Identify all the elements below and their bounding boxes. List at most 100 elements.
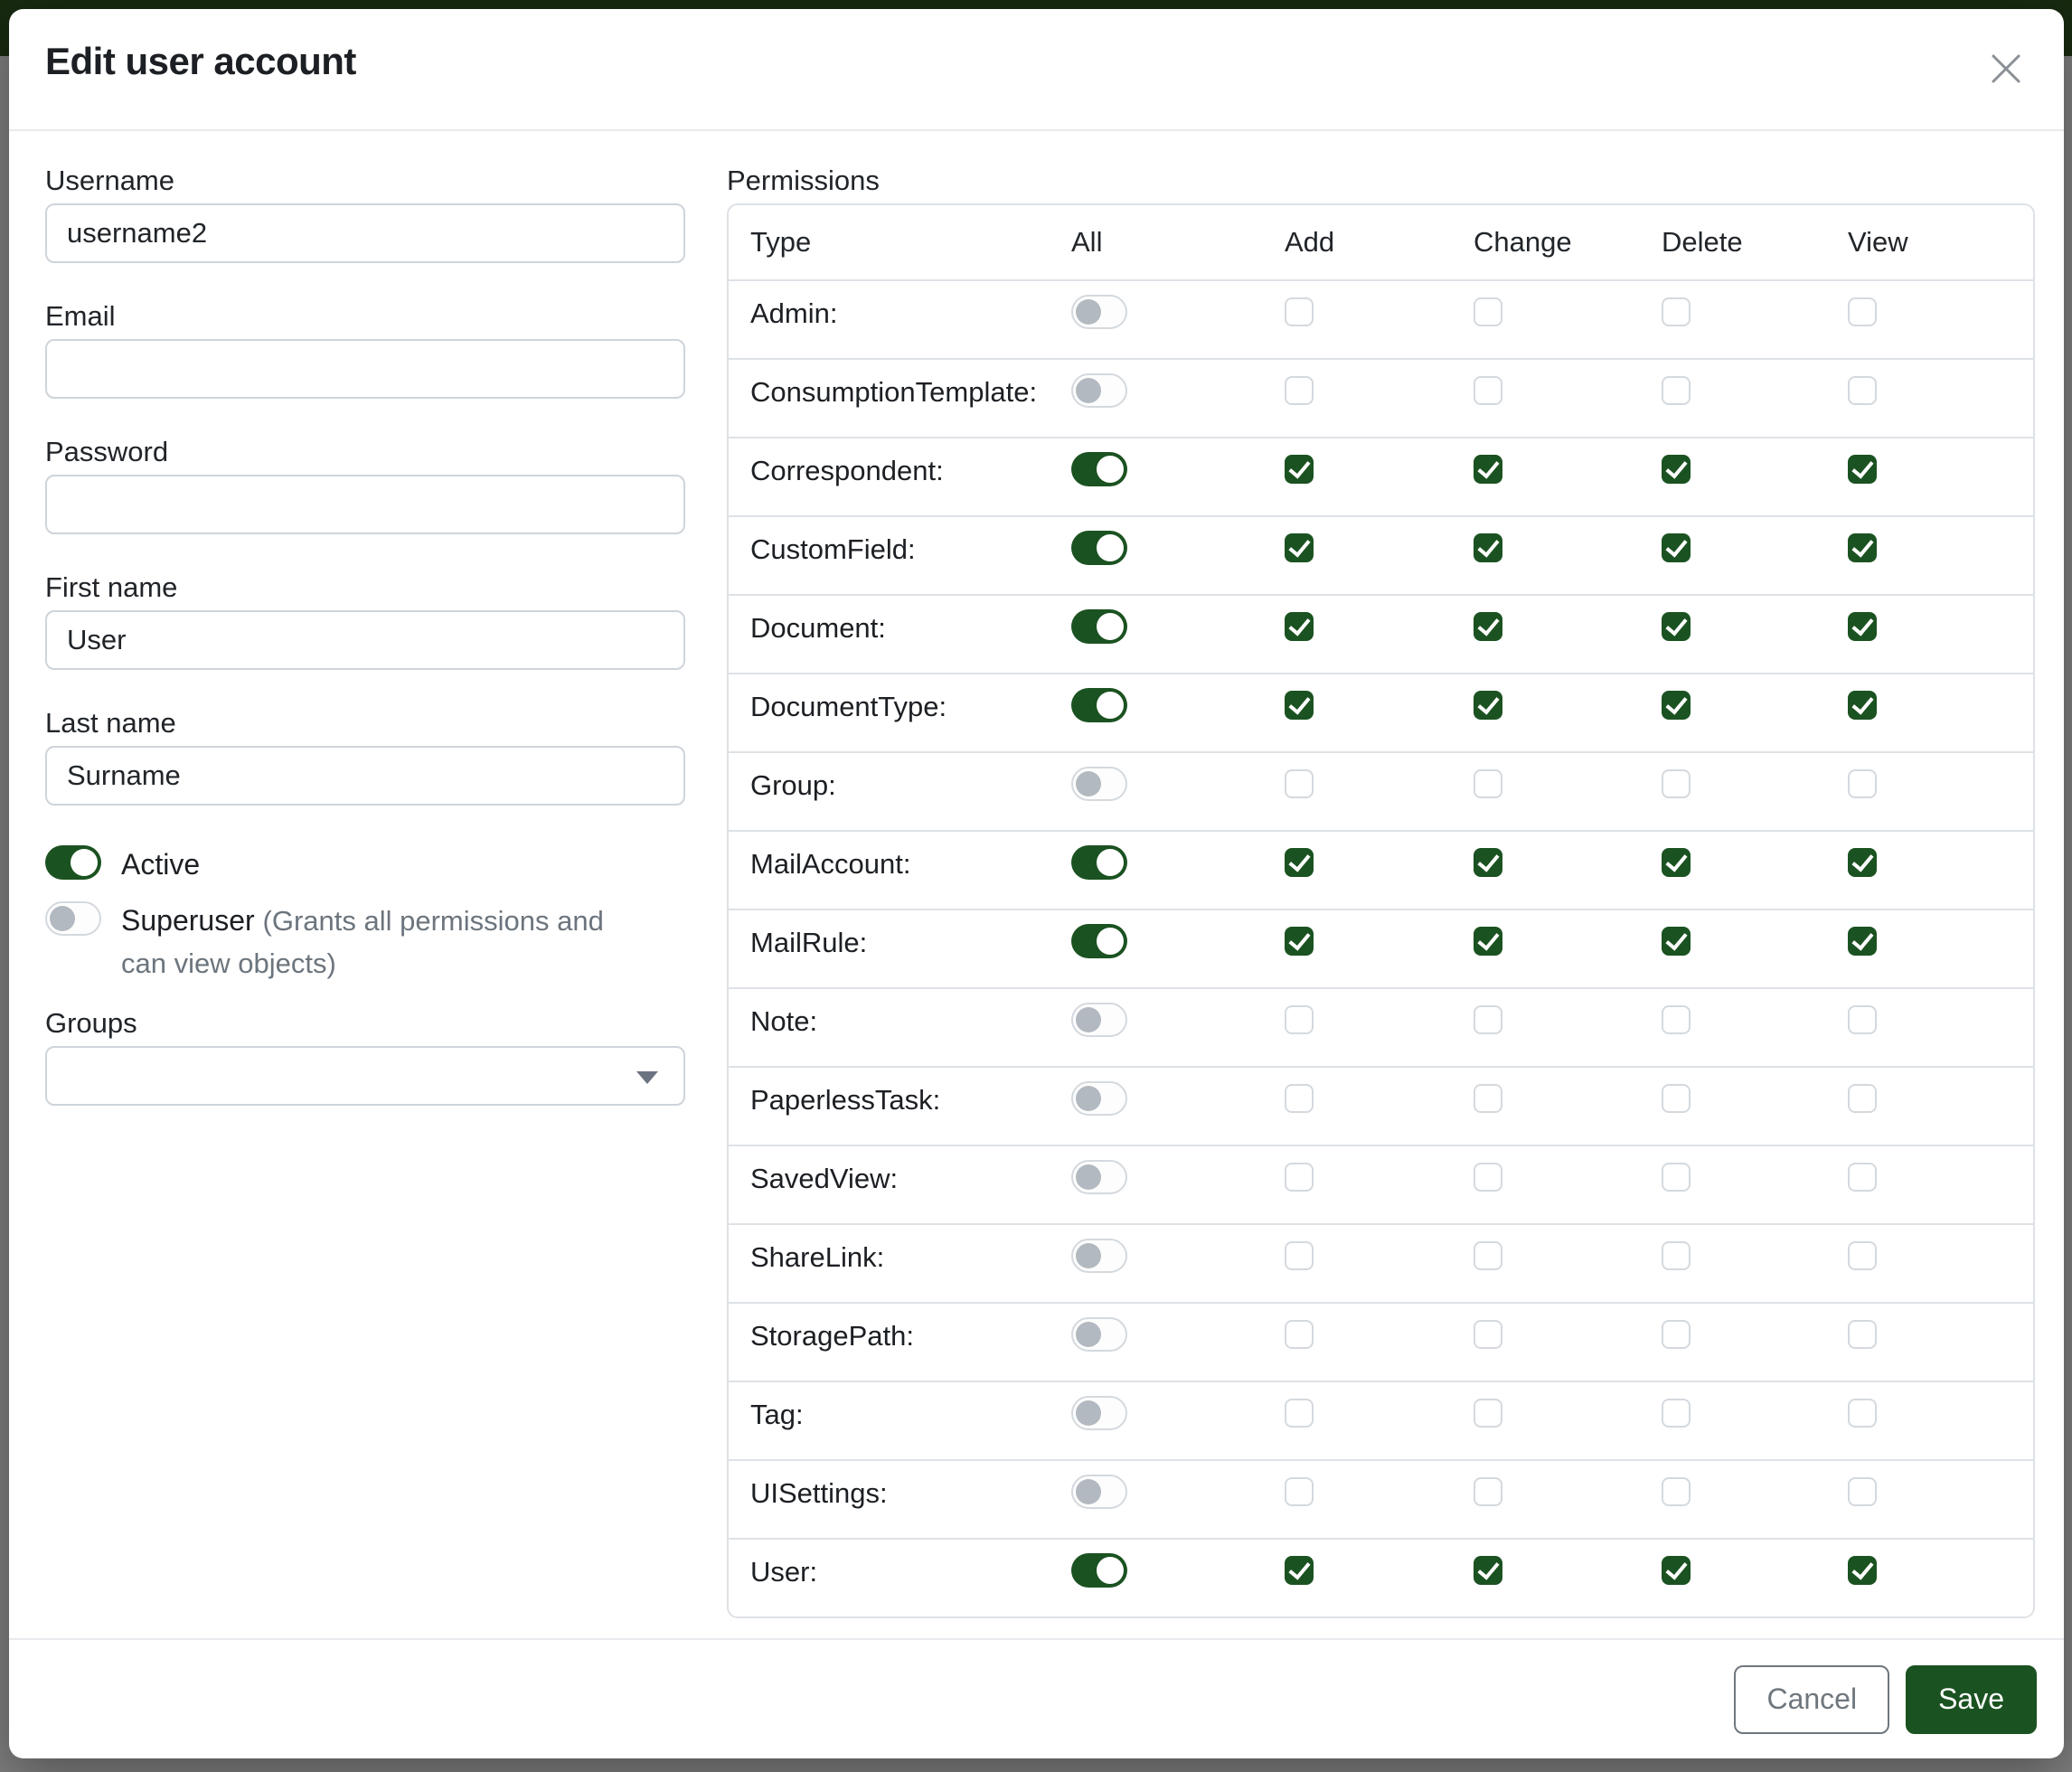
permission-delete-checkbox[interactable] (1662, 1005, 1691, 1034)
permission-all-toggle[interactable] (1071, 452, 1127, 486)
permission-add-checkbox[interactable] (1285, 691, 1314, 720)
permission-view-checkbox[interactable] (1848, 769, 1877, 798)
permission-view-checkbox[interactable] (1848, 691, 1877, 720)
permission-view-checkbox[interactable] (1848, 1399, 1877, 1428)
permission-view-checkbox[interactable] (1848, 1556, 1877, 1585)
permission-delete-checkbox[interactable] (1662, 1241, 1691, 1270)
permission-all-toggle[interactable] (1071, 1553, 1127, 1588)
permission-view-checkbox[interactable] (1848, 297, 1877, 326)
permission-change-checkbox[interactable] (1474, 1320, 1502, 1349)
permission-all-toggle[interactable] (1071, 1003, 1127, 1037)
permission-all-toggle[interactable] (1071, 1239, 1127, 1273)
permission-add-checkbox[interactable] (1285, 1163, 1314, 1192)
permission-change-checkbox[interactable] (1474, 769, 1502, 798)
permission-change-checkbox[interactable] (1474, 1163, 1502, 1192)
password-field[interactable] (45, 475, 685, 534)
permission-view-checkbox[interactable] (1848, 455, 1877, 484)
permission-view-checkbox[interactable] (1848, 927, 1877, 956)
permission-add-checkbox[interactable] (1285, 1556, 1314, 1585)
permission-change-checkbox[interactable] (1474, 1084, 1502, 1113)
permission-all-toggle[interactable] (1071, 1160, 1127, 1194)
permission-all-toggle[interactable] (1071, 373, 1127, 408)
permission-all-toggle[interactable] (1071, 767, 1127, 801)
permission-delete-checkbox[interactable] (1662, 1477, 1691, 1506)
permission-delete-checkbox[interactable] (1662, 691, 1691, 720)
permission-delete-checkbox[interactable] (1662, 769, 1691, 798)
permission-view-checkbox[interactable] (1848, 612, 1877, 641)
permission-view-checkbox[interactable] (1848, 1005, 1877, 1034)
permission-all-toggle[interactable] (1071, 1081, 1127, 1116)
permission-change-checkbox[interactable] (1474, 612, 1502, 641)
permission-all-toggle[interactable] (1071, 1317, 1127, 1352)
email-field[interactable] (45, 339, 685, 399)
permission-add-checkbox[interactable] (1285, 1320, 1314, 1349)
superuser-toggle[interactable] (45, 901, 101, 936)
permission-change-checkbox[interactable] (1474, 848, 1502, 877)
permission-all-toggle[interactable] (1071, 845, 1127, 880)
permission-row: Correspondent: (729, 437, 2033, 515)
permission-add-checkbox[interactable] (1285, 848, 1314, 877)
permission-view-checkbox[interactable] (1848, 848, 1877, 877)
permission-all-toggle[interactable] (1071, 1396, 1127, 1430)
permission-change-checkbox[interactable] (1474, 1005, 1502, 1034)
permission-add-checkbox[interactable] (1285, 927, 1314, 956)
permission-change-checkbox[interactable] (1474, 533, 1502, 562)
permission-row: Group: (729, 751, 2033, 830)
permission-view-checkbox[interactable] (1848, 1241, 1877, 1270)
permission-all-toggle[interactable] (1071, 924, 1127, 958)
permission-change-checkbox[interactable] (1474, 1556, 1502, 1585)
groups-select[interactable] (45, 1046, 685, 1106)
save-button[interactable]: Save (1906, 1665, 2037, 1734)
permission-add-checkbox[interactable] (1285, 1005, 1314, 1034)
permission-change-checkbox[interactable] (1474, 927, 1502, 956)
permission-all-toggle[interactable] (1071, 295, 1127, 329)
permission-all-toggle[interactable] (1071, 688, 1127, 722)
permission-delete-checkbox[interactable] (1662, 612, 1691, 641)
permission-add-checkbox[interactable] (1285, 1399, 1314, 1428)
first-name-field[interactable] (45, 610, 685, 670)
permission-delete-checkbox[interactable] (1662, 1320, 1691, 1349)
permission-view-checkbox[interactable] (1848, 1163, 1877, 1192)
permission-add-checkbox[interactable] (1285, 769, 1314, 798)
permission-change-checkbox[interactable] (1474, 455, 1502, 484)
permission-change-checkbox[interactable] (1474, 1241, 1502, 1270)
permission-view-checkbox[interactable] (1848, 1477, 1877, 1506)
permission-add-checkbox[interactable] (1285, 612, 1314, 641)
permission-add-checkbox[interactable] (1285, 297, 1314, 326)
permission-add-checkbox[interactable] (1285, 1241, 1314, 1270)
cancel-button[interactable]: Cancel (1734, 1665, 1889, 1734)
active-toggle[interactable] (45, 845, 101, 880)
permission-all-toggle[interactable] (1071, 531, 1127, 565)
permission-delete-checkbox[interactable] (1662, 455, 1691, 484)
permission-delete-checkbox[interactable] (1662, 1556, 1691, 1585)
permission-add-checkbox[interactable] (1285, 533, 1314, 562)
permission-change-checkbox[interactable] (1474, 691, 1502, 720)
username-input[interactable] (45, 203, 685, 263)
permission-delete-checkbox[interactable] (1662, 1163, 1691, 1192)
permission-delete-checkbox[interactable] (1662, 848, 1691, 877)
permission-all-toggle[interactable] (1071, 1475, 1127, 1509)
close-icon[interactable] (1984, 47, 2028, 90)
permission-view-checkbox[interactable] (1848, 533, 1877, 562)
permission-delete-checkbox[interactable] (1662, 297, 1691, 326)
permission-change-checkbox[interactable] (1474, 376, 1502, 405)
permission-add-checkbox[interactable] (1285, 455, 1314, 484)
permission-change-checkbox[interactable] (1474, 1477, 1502, 1506)
permission-delete-checkbox[interactable] (1662, 533, 1691, 562)
permission-view-checkbox[interactable] (1848, 376, 1877, 405)
permission-view-checkbox[interactable] (1848, 1320, 1877, 1349)
permission-all-toggle[interactable] (1071, 609, 1127, 644)
permission-delete-checkbox[interactable] (1662, 376, 1691, 405)
permission-change-checkbox[interactable] (1474, 297, 1502, 326)
permission-view-checkbox[interactable] (1848, 1084, 1877, 1113)
permission-delete-checkbox[interactable] (1662, 927, 1691, 956)
permission-type-label: PaperlessTask: (729, 1081, 1050, 1119)
last-name-field[interactable] (45, 746, 685, 806)
permission-add-checkbox[interactable] (1285, 1084, 1314, 1113)
permission-delete-checkbox[interactable] (1662, 1084, 1691, 1113)
permission-add-checkbox[interactable] (1285, 376, 1314, 405)
permission-add-checkbox[interactable] (1285, 1477, 1314, 1506)
permission-column-header: Delete (1640, 226, 1826, 259)
permission-delete-checkbox[interactable] (1662, 1399, 1691, 1428)
permission-change-checkbox[interactable] (1474, 1399, 1502, 1428)
